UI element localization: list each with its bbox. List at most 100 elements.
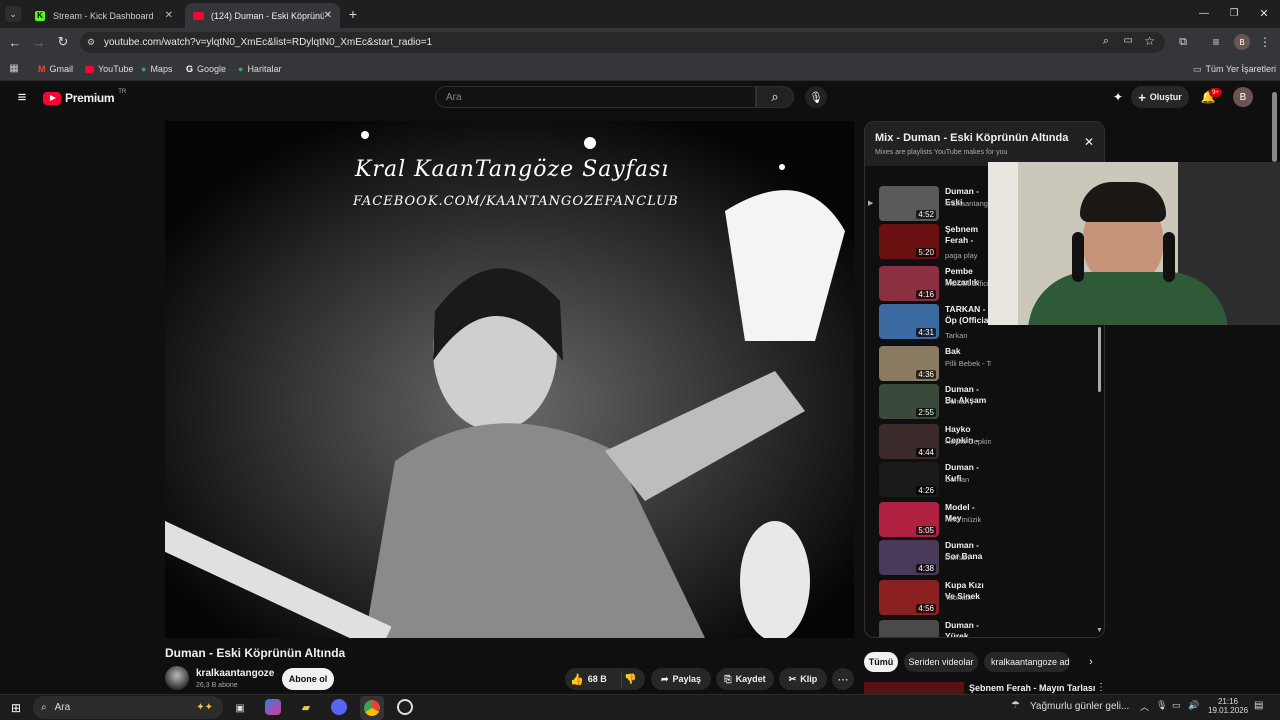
next-item-thumbnail[interactable] xyxy=(864,682,964,694)
playlist-item[interactable]: 5:05 Model - Mey netd müzik xyxy=(865,502,1104,542)
video-overlay-title: Kral KaanTangöze Sayfası xyxy=(355,157,670,182)
search-button[interactable]: ⌕ xyxy=(756,86,794,108)
task-view-icon[interactable]: ▣ xyxy=(232,700,248,716)
plus-icon: + xyxy=(1138,89,1146,105)
file-explorer-icon[interactable]: ▰ xyxy=(298,699,314,715)
subscribe-button[interactable]: Abone ol xyxy=(282,668,334,690)
bookmark-star-icon[interactable]: ☆ xyxy=(1144,34,1155,48)
next-item-more-icon[interactable]: ⋮ xyxy=(1096,682,1106,693)
tab-search-button[interactable]: ⌄ xyxy=(5,6,21,22)
microphone-icon[interactable]: 🎙 xyxy=(1156,700,1167,711)
youtube-play-icon xyxy=(43,91,61,105)
new-tab-button[interactable]: + xyxy=(345,6,361,22)
kick-icon: K xyxy=(35,10,45,21)
weather-text[interactable]: Yağmurlu günler geli... xyxy=(1030,701,1129,712)
chip-series[interactable]: Seriden videolar xyxy=(904,652,978,672)
like-button[interactable]: 👍 68 B xyxy=(570,672,607,686)
bookmark-gmail[interactable]: M Gmail xyxy=(38,61,73,77)
playlist-item[interactable]: 4:56Kupa Kızı Ve Sinek ValesiTeoman xyxy=(865,580,1104,620)
playlist-item-title: TARKAN - Öp (Official Video) xyxy=(945,304,991,325)
chip-channel[interactable]: kralkaantangoze adlı xyxy=(984,652,1070,672)
youtube-icon xyxy=(85,65,94,73)
playlist-item[interactable]: 4:38Duman - Sor Bana Pişman mıyımDuman xyxy=(865,540,1104,580)
taskbar-search[interactable]: ⌕ Ara ✦✦ xyxy=(33,696,223,719)
playlist-item[interactable]: 4:36 Bak Pilli Bebek - Topic xyxy=(865,346,1104,386)
obs-icon[interactable] xyxy=(397,699,413,715)
hamburger-menu-icon[interactable]: ≡ xyxy=(14,88,30,106)
chip-all[interactable]: Tümü xyxy=(864,652,898,672)
page-scrollbar[interactable] xyxy=(1272,92,1277,162)
video-player[interactable]: Kral KaanTangöze Sayfası FACEBOOK.COM/KA… xyxy=(165,121,854,638)
bookmarks-bar: ▦ M Gmail YouTube ● Maps G Google ● Haritala… xyxy=(0,57,1280,81)
bookmark-youtube[interactable]: YouTube xyxy=(85,61,133,77)
channel-name[interactable]: kralkaantangoze xyxy=(196,668,274,679)
playlist-item[interactable]: Duman - Yürek xyxy=(865,620,1104,637)
profile-avatar[interactable]: B xyxy=(1234,34,1250,50)
close-window-button[interactable]: ✕ xyxy=(1256,5,1272,21)
duration-badge: 4:16 xyxy=(916,290,936,299)
volume-icon[interactable]: 🔊 xyxy=(1188,700,1199,711)
discord-icon[interactable] xyxy=(331,699,347,715)
tray-chevron-icon[interactable]: ︿ xyxy=(1140,700,1149,713)
youtube-premium-logo[interactable]: Premium TR xyxy=(43,89,126,107)
voice-search-icon[interactable]: 🎙 xyxy=(805,86,827,108)
share-button[interactable]: ➦ Paylaş xyxy=(651,668,711,690)
restore-button[interactable]: ❐ xyxy=(1226,5,1242,21)
all-bookmarks[interactable]: ▭ Tüm Yer İşaretleri xyxy=(1193,61,1276,77)
close-tab-icon[interactable]: ✕ xyxy=(324,10,332,21)
close-playlist-icon[interactable]: ✕ xyxy=(1082,135,1096,149)
zoom-icon[interactable]: ⌕ xyxy=(1103,35,1109,48)
copilot-icon[interactable] xyxy=(265,699,281,715)
dislike-button[interactable]: 👎 xyxy=(621,671,639,687)
playlist-item[interactable]: 4:26 Duman - Kufi Duman xyxy=(865,462,1104,502)
account-avatar[interactable]: B xyxy=(1233,87,1253,107)
network-icon[interactable]: ▭ xyxy=(1172,700,1181,711)
playlist-item-channel: netd müzik xyxy=(945,515,982,524)
tab-kick-dashboard[interactable]: K Stream - Kick Dashboard ✕ xyxy=(27,3,181,28)
clock[interactable]: 21:16 19.01.2026 xyxy=(1208,697,1248,715)
media-controls-icon[interactable]: ≡ xyxy=(1208,34,1224,50)
close-tab-icon[interactable]: ✕ xyxy=(165,10,173,21)
scroll-down-icon[interactable]: ▼ xyxy=(1096,627,1103,634)
notification-center-icon[interactable]: ▤ xyxy=(1254,700,1263,711)
duration-badge: 5:20 xyxy=(916,248,936,257)
bookmark-haritalar[interactable]: ● Haritalar xyxy=(238,61,281,77)
browser-menu-icon[interactable]: ⋮ xyxy=(1258,34,1272,50)
duration-badge: 5:05 xyxy=(916,526,936,535)
playlist-scrollbar[interactable] xyxy=(1098,327,1101,392)
bookmark-maps[interactable]: ● Maps xyxy=(141,61,172,77)
bookmark-google[interactable]: G Google xyxy=(186,61,226,77)
chrome-taskbar-active[interactable] xyxy=(360,696,384,720)
subscriber-count: 26,3 B abone xyxy=(196,682,238,689)
playlist-item[interactable]: 4:44Hayko Cepkin - ÖlüyorumHayko Cepkin xyxy=(865,424,1104,464)
back-button[interactable]: ← xyxy=(7,34,23,50)
address-bar[interactable]: ⚙ youtube.com/watch?v=ylqtN0_XmEc&list=R… xyxy=(80,32,1165,53)
next-item-title[interactable]: Şebnem Ferah - Mayın Tarlası xyxy=(969,683,1095,693)
create-button[interactable]: + Oluştur xyxy=(1131,86,1189,108)
windows-start-icon[interactable]: ⊞ xyxy=(8,700,24,716)
more-actions-button[interactable]: ⋯ xyxy=(832,668,854,690)
save-button[interactable]: ⎘ Kaydet xyxy=(716,668,774,690)
minimize-button[interactable]: — xyxy=(1196,5,1212,21)
duration-badge: 4:52 xyxy=(916,210,936,219)
clip-button[interactable]: ✂ Klip xyxy=(779,668,827,690)
forward-button[interactable]: → xyxy=(31,34,47,50)
playlist-thumbnail: 5:05 xyxy=(879,502,939,537)
playlist-item[interactable]: 2:55 Duman - Bu Akşam Duman xyxy=(865,384,1104,424)
apps-grid-icon[interactable]: ▦ xyxy=(7,61,21,75)
playlist-item-title: Şebnem Ferah - Mayın Tarlası (Official V… xyxy=(945,224,979,245)
tab-youtube-video[interactable]: (124) Duman - Eski Köprünün Al ✕ xyxy=(185,3,340,28)
channel-avatar[interactable] xyxy=(165,666,189,690)
sparkle-icon[interactable]: ✦ xyxy=(1110,89,1126,105)
chips-next-icon[interactable]: › xyxy=(1082,652,1100,672)
cast-icon[interactable]: ▭ xyxy=(1124,35,1133,46)
playlist-item-channel: kralkaantangoze xyxy=(945,199,991,208)
logo-text: Premium xyxy=(65,91,115,105)
extensions-icon[interactable]: ⧉ xyxy=(1175,34,1191,50)
site-info-icon[interactable]: ⚙ xyxy=(87,37,95,48)
playlist-thumbnail: 4:31 xyxy=(879,304,939,339)
reload-button[interactable]: ↻ xyxy=(55,34,71,50)
search-input[interactable]: Ara xyxy=(435,86,756,108)
playlist-thumbnail: 4:26 xyxy=(879,462,939,497)
playlist-item-channel: Teoman xyxy=(945,593,972,602)
